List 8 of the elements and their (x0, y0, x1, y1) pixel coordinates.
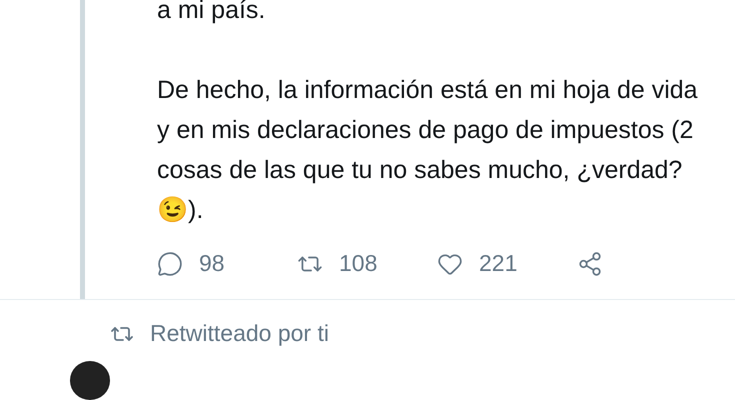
tweet-text: De hecho, la información está en mi hoja de vida y en mis declaraciones de pago de impuestos (2 cosas de las que tu no sabes mucho, ¿verdad? 😉). (157, 75, 699, 226)
reply-icon (157, 250, 183, 276)
retweeted-label: Retwitteado por ti (150, 320, 329, 348)
like-button[interactable]: 221 (437, 250, 577, 277)
reply-button[interactable]: 98 (157, 250, 297, 277)
retweet-button[interactable]: 108 (297, 250, 437, 277)
share-icon (577, 250, 603, 276)
avatar[interactable] (70, 361, 110, 400)
